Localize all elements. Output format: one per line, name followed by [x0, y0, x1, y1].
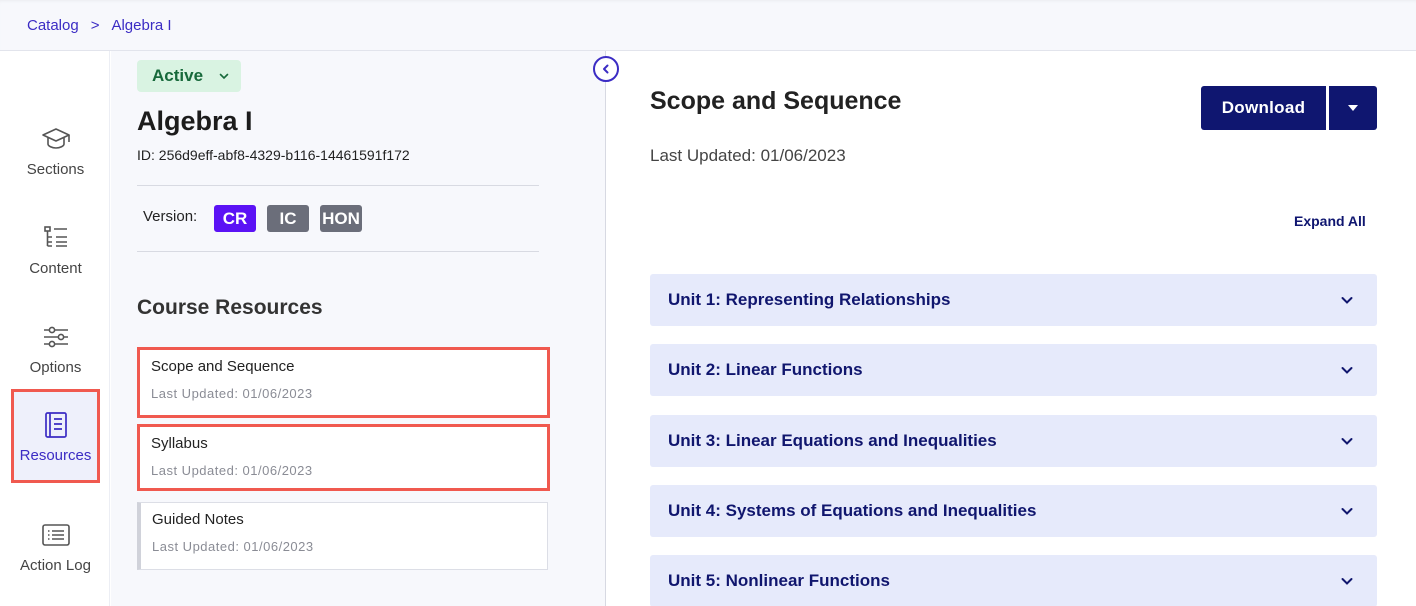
nav-options[interactable]: Options — [11, 301, 100, 395]
unit-label: Unit 3: Linear Equations and Inequalitie… — [668, 431, 997, 450]
tree-list-icon — [43, 225, 67, 247]
unit-accordion-3[interactable]: Unit 3: Linear Equations and Inequalitie… — [650, 415, 1377, 467]
status-dropdown[interactable]: Active — [137, 60, 241, 92]
version-badge-cr[interactable]: CR — [214, 205, 256, 232]
version-badge-ic[interactable]: IC — [267, 205, 309, 232]
resource-detail-updated: Last Updated: 01/06/2023 — [650, 146, 846, 165]
unit-label: Unit 4: Systems of Equations and Inequal… — [668, 501, 1037, 520]
resource-title: Guided Notes — [152, 511, 244, 528]
top-bar: Catalog > Algebra I — [0, 0, 1416, 51]
version-label: Version: — [143, 208, 198, 225]
breadcrumb-current[interactable]: Algebra I — [111, 17, 171, 34]
breadcrumb-separator: > — [90, 16, 100, 34]
collapse-panel-button[interactable] — [593, 56, 619, 82]
breadcrumb: Catalog > Algebra I — [27, 17, 172, 34]
resource-card-syllabus[interactable]: Syllabus Last Updated: 01/06/2023 — [137, 424, 550, 491]
unit-label: Unit 2: Linear Functions — [668, 360, 863, 379]
book-icon — [44, 411, 67, 438]
unit-accordion-5[interactable]: Unit 5: Nonlinear Functions — [650, 555, 1377, 606]
unit-accordion-4[interactable]: Unit 4: Systems of Equations and Inequal… — [650, 485, 1377, 537]
breadcrumb-catalog[interactable]: Catalog — [27, 17, 79, 34]
nav-options-label: Options — [29, 358, 82, 376]
nav-sections[interactable]: Sections — [11, 103, 100, 197]
resource-updated: Last Updated: 01/06/2023 — [151, 386, 313, 401]
caret-down-icon — [1348, 105, 1358, 111]
chevron-down-icon — [1341, 438, 1353, 445]
unit-label: Unit 5: Nonlinear Functions — [668, 571, 890, 590]
resource-title: Scope and Sequence — [151, 358, 295, 375]
course-resources-heading: Course Resources — [137, 296, 323, 319]
resource-card-guided-notes[interactable]: Guided Notes Last Updated: 01/06/2023 — [137, 502, 548, 570]
download-button[interactable]: Download — [1201, 86, 1326, 130]
left-nav-rail: Sections Content Options Resources Actio… — [0, 51, 110, 606]
chevron-left-icon — [603, 64, 609, 74]
log-list-icon — [41, 523, 70, 546]
chevron-down-icon — [1341, 578, 1353, 585]
nav-content-label: Content — [29, 259, 82, 277]
nav-content[interactable]: Content — [11, 202, 100, 296]
resource-title: Syllabus — [151, 435, 208, 452]
nav-action-log[interactable]: Action Log — [11, 499, 100, 593]
chevron-down-icon — [1341, 367, 1353, 374]
nav-action-log-label: Action Log — [20, 556, 91, 574]
nav-resources-label: Resources — [19, 446, 92, 464]
nav-sections-label: Sections — [26, 160, 85, 178]
graduation-cap-icon — [41, 127, 70, 149]
resource-updated: Last Updated: 01/06/2023 — [151, 463, 313, 478]
course-id: ID: 256d9eff-abf8-4329-b116-14461591f172 — [137, 147, 410, 163]
unit-label: Unit 1: Representing Relationships — [668, 290, 951, 309]
panel-divider — [605, 51, 606, 606]
resource-updated: Last Updated: 01/06/2023 — [152, 539, 314, 554]
version-badge-hon[interactable]: HON — [320, 205, 362, 232]
sliders-icon — [43, 326, 68, 347]
unit-accordion-2[interactable]: Unit 2: Linear Functions — [650, 344, 1377, 396]
download-options-button[interactable] — [1329, 86, 1377, 130]
resource-card-scope-and-sequence[interactable]: Scope and Sequence Last Updated: 01/06/2… — [137, 347, 550, 418]
chevron-down-icon — [1341, 297, 1353, 304]
chevron-down-icon — [219, 73, 229, 80]
status-label: Active — [152, 66, 204, 85]
resource-detail-title: Scope and Sequence — [650, 87, 902, 115]
chevron-down-icon — [1341, 508, 1353, 515]
divider — [137, 251, 539, 252]
course-title: Algebra I — [137, 106, 253, 136]
nav-resources[interactable]: Resources — [11, 389, 100, 483]
divider — [137, 185, 539, 186]
expand-all-link[interactable]: Expand All — [1294, 213, 1366, 229]
unit-accordion-1[interactable]: Unit 1: Representing Relationships — [650, 274, 1377, 326]
